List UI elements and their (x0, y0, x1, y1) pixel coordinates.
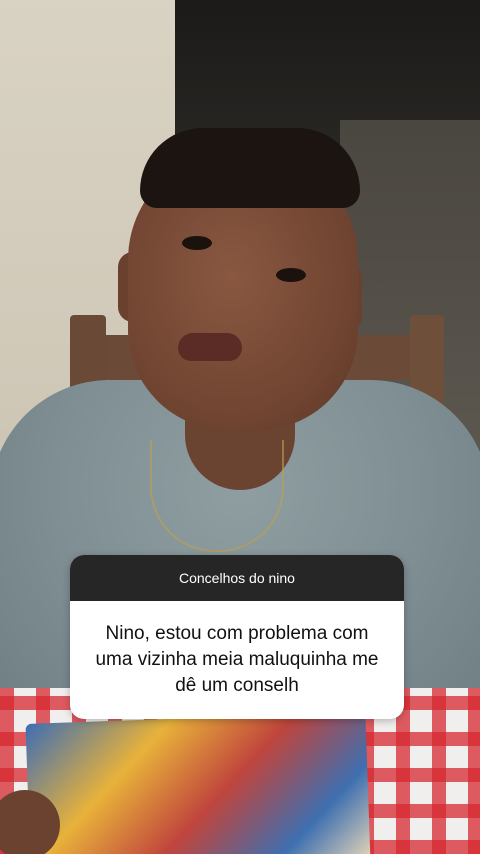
person-hair (140, 128, 360, 208)
comic-book (25, 712, 371, 854)
question-sticker[interactable]: Concelhos do nino Nino, estou com proble… (70, 555, 404, 719)
story-video-frame (0, 0, 480, 854)
question-sticker-body: Nino, estou com problema com uma vizinha… (70, 601, 404, 719)
person-eye-right (276, 268, 306, 282)
question-sticker-title: Concelhos do nino (179, 570, 295, 586)
question-text: Nino, estou com problema com uma vizinha… (95, 623, 379, 696)
question-sticker-header: Concelhos do nino (70, 555, 404, 601)
person-mouth (178, 333, 242, 361)
person-eye-left (182, 236, 212, 250)
